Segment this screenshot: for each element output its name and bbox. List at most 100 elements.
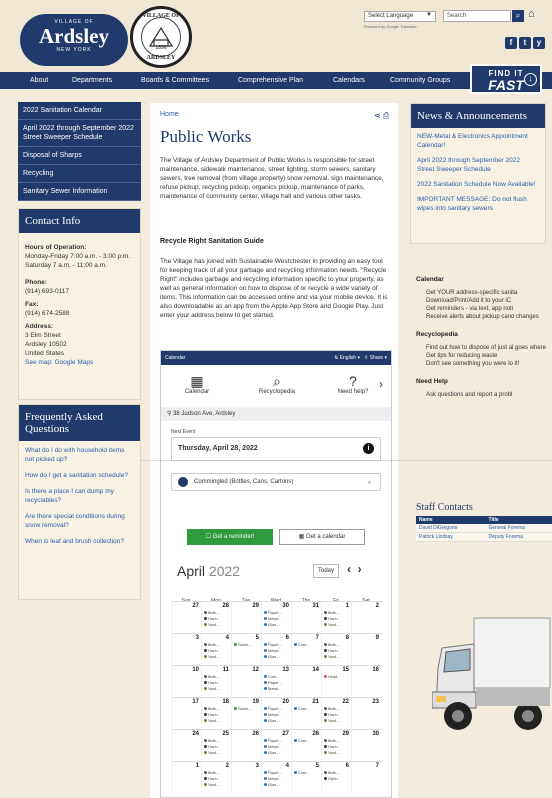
nav-departments[interactable]: Departments <box>72 72 112 89</box>
calendar-event[interactable]: Com... <box>294 770 310 775</box>
calendar-event[interactable]: Yard... <box>204 654 220 659</box>
calendar-day[interactable]: 31 <box>291 602 321 632</box>
calendar-day[interactable]: 14 <box>291 666 321 696</box>
staff-name[interactable]: Patrick Lindsay <box>416 532 486 542</box>
calendar-event[interactable]: Garb... <box>204 744 220 749</box>
tab-recyclopedia[interactable]: ⌕ Recyclopedia <box>247 373 307 395</box>
get-reminder-button[interactable]: ☐ Get a reminder! <box>187 529 273 545</box>
calendar-day[interactable]: 23 <box>351 698 381 728</box>
calendar-day[interactable]: 6 Paper... Metal... Glas... <box>261 634 291 664</box>
calendar-day[interactable]: 6 Bulk... Garb... <box>321 762 351 792</box>
calendar-day[interactable]: 27 Paper... Metal... Glas... <box>261 730 291 760</box>
calendar-event[interactable]: Bulk... <box>324 706 339 711</box>
calendar-event[interactable]: Metal... <box>264 686 281 691</box>
home-icon[interactable]: ⌂ <box>528 8 535 20</box>
tab-calendar[interactable]: ▦ Calendar <box>167 373 227 395</box>
breadcrumb[interactable]: Home <box>160 111 179 118</box>
nav-boards[interactable]: Boards & Committees <box>141 72 209 89</box>
chevron-right-icon[interactable]: › <box>358 562 362 576</box>
calendar-event[interactable]: Yard... <box>324 718 340 723</box>
faq-item[interactable]: How do I get a sanitation schedule? <box>19 466 140 482</box>
calendar-event[interactable]: Paper... <box>264 738 282 743</box>
calendar-event[interactable]: Glas... <box>264 622 280 627</box>
calendar-event[interactable]: Metal... <box>264 712 281 717</box>
calendar-day[interactable]: 25 Bulk... Garb... Yard... <box>201 730 231 760</box>
collection-dropdown[interactable]: Commingled (Bottles, Cans, Cartons) ⌄ <box>171 473 381 491</box>
calendar-event[interactable]: Garb... <box>324 712 340 717</box>
calendar-event[interactable]: Metal... <box>264 744 281 749</box>
calendar-event[interactable]: Swee... <box>234 642 251 647</box>
calendar-event[interactable]: Garb... <box>204 648 220 653</box>
calendar-event[interactable]: Garb... <box>204 680 220 685</box>
news-item[interactable]: April 2022 through September 2022 Street… <box>411 152 545 176</box>
calendar-event[interactable]: Bulk... <box>204 674 219 679</box>
calendar-event[interactable]: Bulk... <box>204 770 219 775</box>
calendar-day[interactable]: 1 Bulk... Garb... Yard... <box>321 602 351 632</box>
today-button[interactable]: Today <box>313 564 339 578</box>
calendar-event[interactable]: Bulk... <box>204 642 219 647</box>
share-print-icons[interactable]: ⋖ ⎙ <box>374 111 389 121</box>
map-link[interactable]: See map: Google Maps <box>25 358 134 367</box>
info-icon[interactable]: i <box>363 443 374 454</box>
calendar-day[interactable]: 28 Bulk... Garb... Yard... <box>201 602 231 632</box>
calendar-event[interactable]: Bulk... <box>204 610 219 615</box>
staff-name[interactable]: David DiGregorio <box>416 524 486 533</box>
widget-tools[interactable]: ⇅ English ▾ ⇪ Share ▾ <box>334 351 387 365</box>
nav-calendars[interactable]: Calendars <box>333 72 365 89</box>
calendar-event[interactable]: Yard... <box>324 654 340 659</box>
nav-comprehensive-plan[interactable]: Comprehensive Plan <box>238 72 303 89</box>
menu-sanitation-calendar[interactable]: 2022 Sanitation Calendar <box>18 102 141 120</box>
calendar-day[interactable]: 7 Com... <box>291 634 321 664</box>
search-input[interactable]: Search <box>443 10 511 22</box>
calendar-day[interactable]: 22 Bulk... Garb... Yard... <box>321 698 351 728</box>
calendar-event[interactable]: Com... <box>294 642 310 647</box>
calendar-event[interactable]: Com... <box>294 738 310 743</box>
calendar-day[interactable]: 10 <box>171 666 201 696</box>
calendar-day[interactable]: 13 Com... Paper... Metal... <box>261 666 291 696</box>
calendar-event[interactable]: Paper... <box>264 770 282 775</box>
calendar-event[interactable]: Com... <box>264 674 280 679</box>
faq-item[interactable]: What do I do with household items not pi… <box>19 441 140 466</box>
faq-item[interactable]: Are there special conditions during snow… <box>19 507 140 532</box>
calendar-day[interactable]: 3 <box>231 762 261 792</box>
calendar-event[interactable]: Metal... <box>264 616 281 621</box>
calendar-event[interactable]: Metal... <box>264 776 281 781</box>
calendar-day[interactable]: 2 Bulk... Garb... Yard... <box>201 762 231 792</box>
calendar-event[interactable]: Garb... <box>324 776 340 781</box>
calendar-day[interactable]: 27 <box>171 602 201 632</box>
news-item[interactable]: IMPORTANT MESSAGE: Do not flush wipes in… <box>411 191 545 215</box>
calendar-day[interactable]: 30 Paper... Metal... Glas... <box>261 602 291 632</box>
calendar-day[interactable]: 5 Com... <box>291 762 321 792</box>
chevron-left-icon[interactable]: ‹ <box>347 562 351 576</box>
calendar-day[interactable]: 1 <box>171 762 201 792</box>
table-row[interactable]: David DiGregorio General Forema <box>416 524 552 533</box>
calendar-day[interactable]: 30 <box>351 730 381 760</box>
calendar-event[interactable]: Metal... <box>264 648 281 653</box>
get-calendar-button[interactable]: ▦ Get a calendar <box>279 529 365 545</box>
youtube-icon[interactable]: y <box>533 37 545 49</box>
menu-recycling[interactable]: Recycling <box>18 165 141 183</box>
calendar-day[interactable]: 21 Com... <box>291 698 321 728</box>
chevron-right-icon[interactable]: › <box>379 377 383 391</box>
calendar-day[interactable]: 17 <box>171 698 201 728</box>
calendar-day[interactable]: 28 Com... <box>291 730 321 760</box>
calendar-day[interactable]: 11 Bulk... Garb... Yard... <box>201 666 231 696</box>
calendar-day[interactable]: 20 Paper... Metal... Glas... <box>261 698 291 728</box>
address-bar[interactable]: ⚲ 38 Judson Ave, Ardsley <box>161 407 391 421</box>
faq-item[interactable]: When is leaf and brush collection? <box>19 532 140 548</box>
calendar-event[interactable]: Glas... <box>264 750 280 755</box>
calendar-event[interactable]: Paper... <box>264 680 282 685</box>
nav-about[interactable]: About <box>30 72 48 89</box>
calendar-nav[interactable]: ‹ › <box>347 562 362 576</box>
calendar-event[interactable]: Com... <box>294 706 310 711</box>
calendar-event[interactable]: Garb... <box>324 616 340 621</box>
calendar-event[interactable]: Glas... <box>264 718 280 723</box>
calendar-day[interactable]: 7 <box>351 762 381 792</box>
table-row[interactable]: Patrick Lindsay Deputy Forema <box>416 532 552 542</box>
calendar-day[interactable]: 16 <box>351 666 381 696</box>
calendar-day[interactable]: 29 Bulk... Garb... Yard... <box>321 730 351 760</box>
calendar-day[interactable]: 29 <box>231 602 261 632</box>
calendar-event[interactable]: Garb... <box>204 712 220 717</box>
calendar-day[interactable]: 8 Bulk... Garb... Yard... <box>321 634 351 664</box>
language-toggle[interactable]: English <box>340 355 356 361</box>
